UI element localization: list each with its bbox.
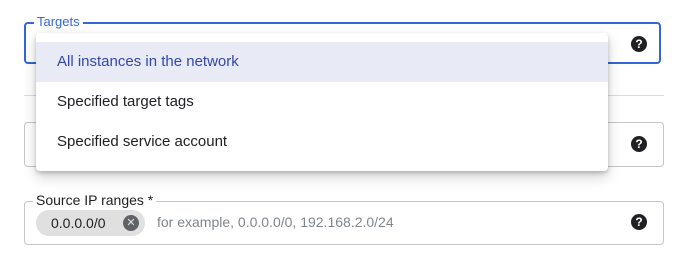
- source-ip-ranges-help-icon[interactable]: ?: [631, 214, 647, 230]
- close-icon[interactable]: ✕: [123, 215, 139, 231]
- firewall-rule-form: Targets ? ? Source IP ranges * 0.0.0.0/0…: [0, 0, 683, 259]
- targets-dropdown-menu: All instances in the network Specified t…: [36, 33, 608, 171]
- source-ip-ranges-label: Source IP ranges *: [33, 192, 157, 208]
- targets-label: Targets: [34, 14, 83, 30]
- menu-item-target-tags[interactable]: Specified target tags: [36, 82, 608, 122]
- ip-range-chip: 0.0.0.0/0 ✕: [36, 210, 145, 236]
- target-detail-help-icon[interactable]: ?: [631, 136, 647, 152]
- menu-item-service-account[interactable]: Specified service account: [36, 122, 608, 162]
- menu-item-all-instances[interactable]: All instances in the network: [36, 42, 608, 82]
- ip-range-chip-label: 0.0.0.0/0: [51, 215, 106, 231]
- targets-help-icon[interactable]: ?: [631, 36, 647, 52]
- source-ip-ranges-placeholder[interactable]: for example, 0.0.0.0/0, 192.168.2.0/24: [157, 214, 394, 230]
